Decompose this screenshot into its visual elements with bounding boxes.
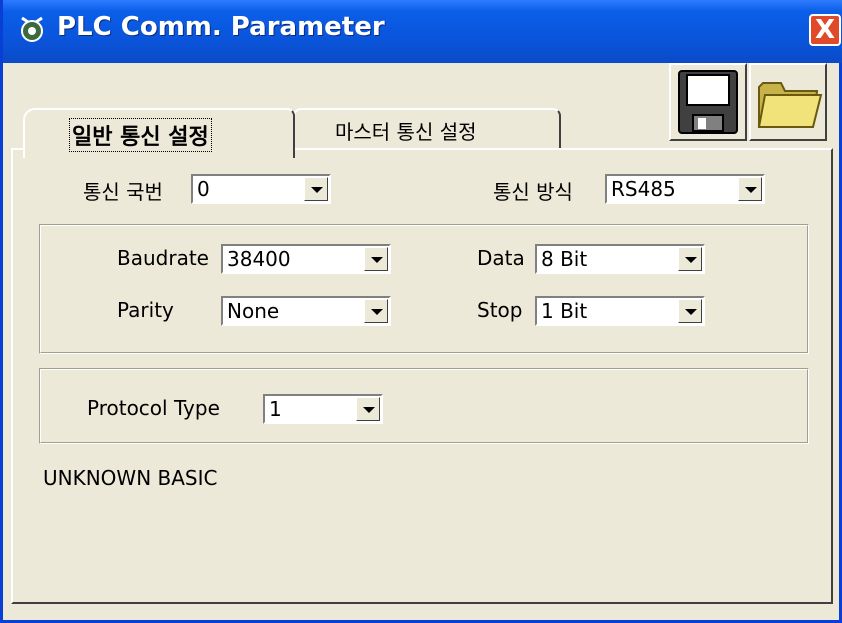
- station-label: 통신 국번: [83, 180, 163, 204]
- method-value: RS485: [611, 177, 676, 201]
- station-select[interactable]: 0: [191, 174, 331, 204]
- stop-value: 1 Bit: [541, 299, 588, 323]
- close-button[interactable]: X: [809, 14, 841, 46]
- window-title: PLC Comm. Parameter: [57, 12, 385, 42]
- data-value: 8 Bit: [541, 247, 588, 271]
- save-disk-icon: [678, 70, 738, 134]
- parity-value: None: [227, 299, 280, 323]
- protocol-value: 1: [269, 397, 282, 421]
- baudrate-value: 38400: [227, 247, 291, 271]
- data-label: Data: [477, 246, 525, 270]
- status-text: UNKNOWN BASIC: [43, 466, 218, 490]
- title-bar[interactable]: PLC Comm. Parameter X: [3, 0, 842, 63]
- app-gear-icon: [21, 16, 43, 42]
- method-select[interactable]: RS485: [605, 174, 765, 204]
- chevron-down-icon[interactable]: [678, 247, 702, 271]
- baudrate-select[interactable]: 38400: [221, 244, 391, 274]
- data-select[interactable]: 8 Bit: [535, 244, 705, 274]
- stop-label: Stop: [477, 298, 523, 322]
- chevron-down-icon[interactable]: [304, 177, 328, 201]
- station-value: 0: [197, 177, 210, 201]
- chevron-down-icon[interactable]: [364, 247, 388, 271]
- method-label: 통신 방식: [493, 180, 573, 204]
- baudrate-label: Baudrate: [117, 246, 209, 270]
- parity-select[interactable]: None: [221, 296, 391, 326]
- tab-general-settings[interactable]: 일반 통신 설정: [23, 108, 295, 158]
- tab-master-settings[interactable]: 마스터 통신 설정: [293, 108, 561, 148]
- tab-panel: 통신 국번 0 통신 방식 RS485 Baudrate 38400 Data …: [11, 148, 833, 604]
- close-icon: X: [814, 15, 836, 45]
- chevron-down-icon[interactable]: [356, 397, 380, 421]
- save-button[interactable]: [669, 63, 747, 141]
- chevron-down-icon[interactable]: [364, 299, 388, 323]
- stop-select[interactable]: 1 Bit: [535, 296, 705, 326]
- protocol-select[interactable]: 1: [263, 394, 383, 424]
- protocol-label: Protocol Type: [87, 396, 220, 420]
- tab-master-label: 마스터 통신 설정: [335, 120, 477, 144]
- tab-general-label: 일반 통신 설정: [69, 118, 212, 152]
- plc-comm-parameter-window: PLC Comm. Parameter X 일반 통신 설정 마스터 통신 설정…: [0, 0, 842, 623]
- open-folder-icon: [757, 82, 823, 128]
- parity-label: Parity: [117, 298, 174, 322]
- chevron-down-icon[interactable]: [678, 299, 702, 323]
- chevron-down-icon[interactable]: [738, 177, 762, 201]
- open-button[interactable]: [749, 63, 827, 141]
